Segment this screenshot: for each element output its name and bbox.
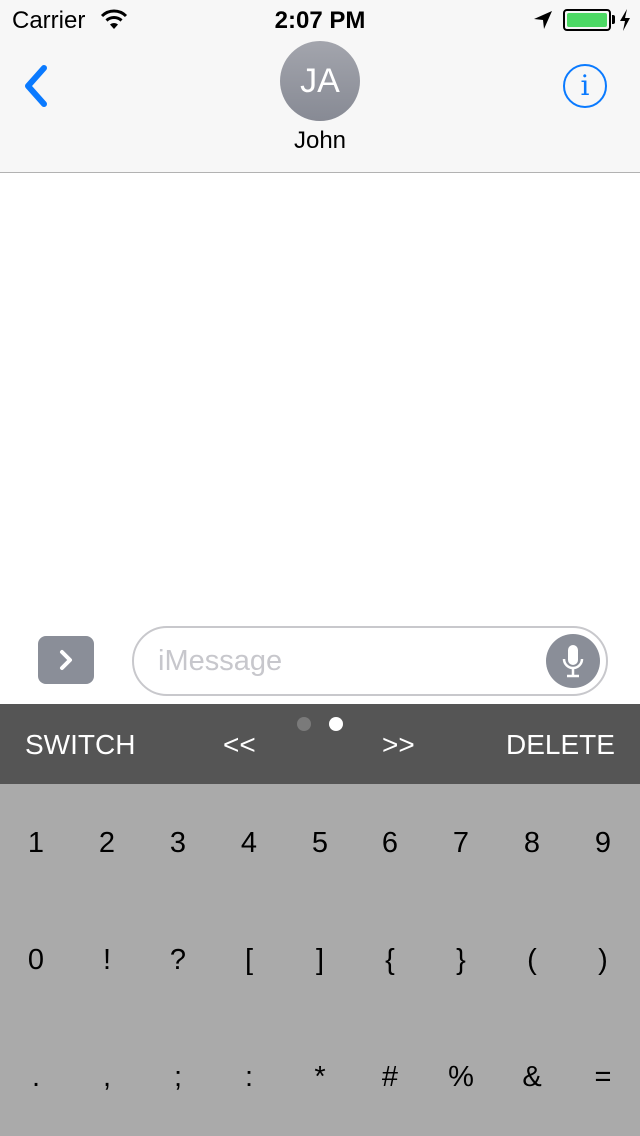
charging-bolt-icon [620, 9, 630, 31]
info-button[interactable]: i [563, 64, 607, 108]
battery-nub [612, 15, 615, 24]
next-page-button[interactable]: >> [382, 704, 415, 784]
key-1-8[interactable]: 8 [497, 785, 568, 902]
avatar-initials: JA [300, 61, 340, 100]
key-2-6[interactable]: { [355, 902, 426, 1019]
status-bar: Carrier 2:07 PM [0, 0, 640, 40]
info-icon: i [580, 69, 590, 102]
key-2-9[interactable]: ) [568, 902, 639, 1019]
location-arrow-icon [534, 11, 552, 29]
key-1-7[interactable]: 7 [426, 785, 497, 902]
key-1-9[interactable]: 9 [568, 785, 639, 902]
battery-icon [563, 9, 611, 31]
keyboard-toolbar: SWITCH << >> DELETE [0, 704, 640, 784]
previous-page-button[interactable]: << [223, 704, 256, 784]
back-button[interactable] [18, 60, 58, 112]
key-3-8[interactable]: & [497, 1019, 568, 1136]
avatar[interactable]: JA [280, 41, 360, 121]
message-input[interactable] [158, 628, 538, 694]
contact-name[interactable]: John [0, 127, 640, 155]
key-2-8[interactable]: ( [497, 902, 568, 1019]
symbol-keyboard: 1 2 3 4 5 6 7 8 9 0!?[]{}().,;: * #% & = [0, 784, 640, 1136]
delete-button[interactable]: DELETE [506, 704, 615, 784]
top-bar: Carrier 2:07 PM JA John i [0, 0, 640, 173]
key-2-4[interactable]: [ [214, 902, 285, 1019]
key-2-7[interactable]: } [426, 902, 497, 1019]
key-2-5[interactable]: ] [285, 902, 356, 1019]
chevron-right-icon [60, 650, 72, 670]
key-3-5[interactable]: * [285, 1019, 356, 1136]
key-1-2[interactable]: 2 [72, 785, 143, 902]
expand-apps-button[interactable] [38, 636, 94, 684]
key-1-5[interactable]: 5 [285, 785, 356, 902]
key-2-1[interactable]: 0 [1, 902, 72, 1019]
message-field[interactable] [132, 626, 608, 696]
page-indicator-dot-1 [297, 717, 311, 731]
switch-button[interactable]: SWITCH [25, 704, 135, 784]
key-1-6[interactable]: 6 [355, 785, 426, 902]
conversation-area [0, 174, 640, 619]
key-3-7[interactable]: % [426, 1019, 497, 1136]
page-indicator-dot-2 [329, 717, 343, 731]
microphone-icon [562, 645, 584, 678]
key-2-3[interactable]: ? [143, 902, 214, 1019]
microphone-button[interactable] [546, 634, 600, 688]
key-1-4[interactable]: 4 [214, 785, 285, 902]
key-3-2[interactable]: , [72, 1019, 143, 1136]
key-3-9[interactable]: = [568, 1019, 639, 1136]
key-3-6[interactable]: # [355, 1019, 426, 1136]
key-3-3[interactable]: ; [143, 1019, 214, 1136]
key-3-4[interactable]: : [214, 1019, 285, 1136]
key-2-2[interactable]: ! [72, 902, 143, 1019]
battery-level [567, 13, 607, 27]
key-1-1[interactable]: 1 [1, 785, 72, 902]
key-3-1[interactable]: . [1, 1019, 72, 1136]
key-1-3[interactable]: 3 [143, 785, 214, 902]
